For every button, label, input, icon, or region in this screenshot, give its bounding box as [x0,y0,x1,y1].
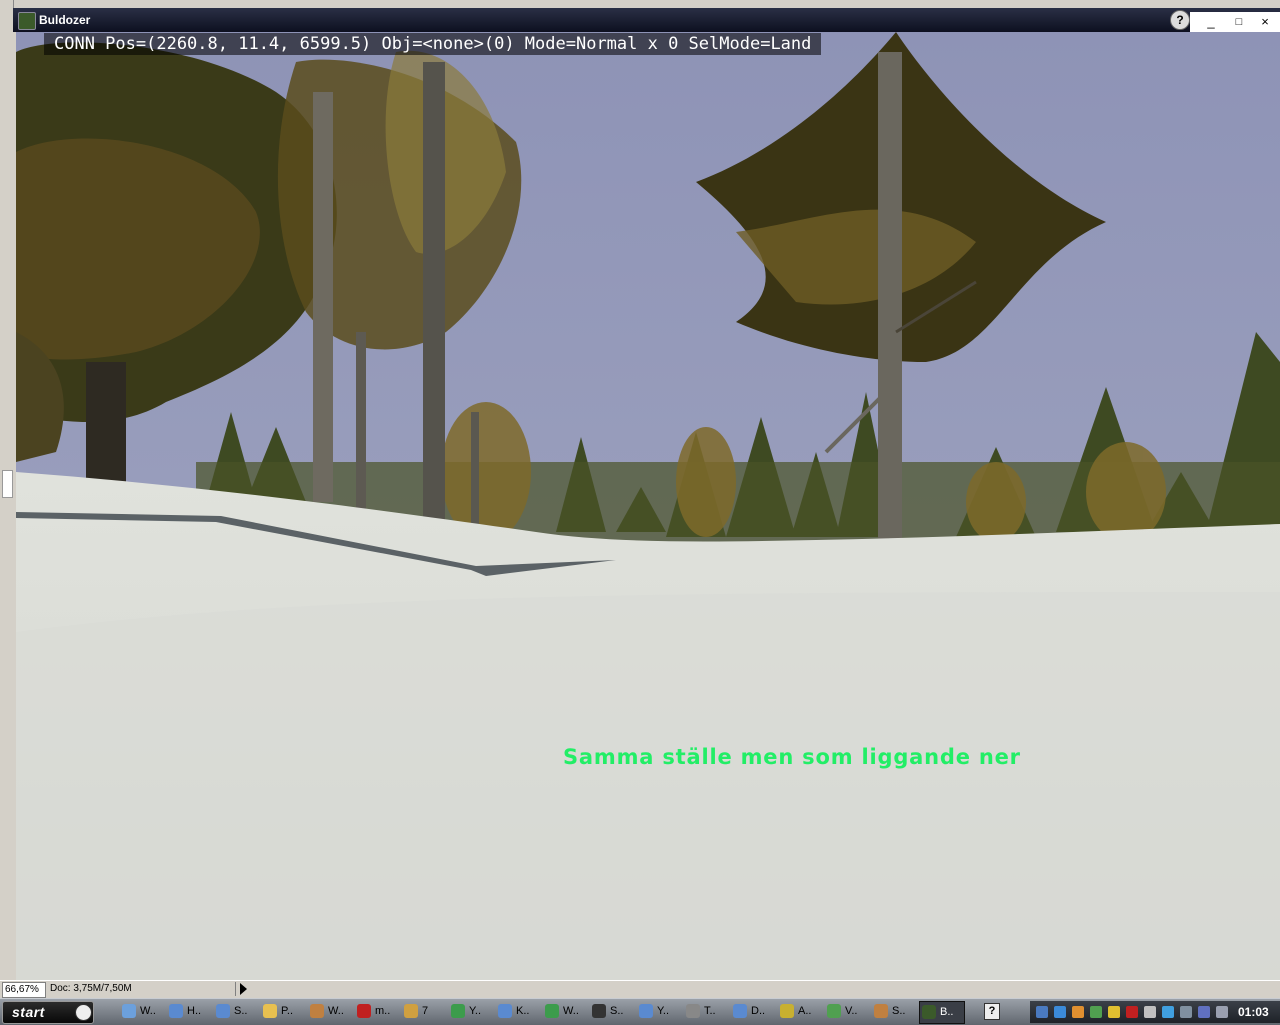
play-arrow-icon[interactable] [240,983,247,995]
network-tray-icon[interactable] [1054,1006,1066,1018]
taskbar-button-label: B.. [940,1006,954,1018]
status-line: CONN Pos=(2260.8, 11.4, 6599.5) Obj=<non… [44,33,822,55]
taskbar-button[interactable]: W.. [308,1001,352,1022]
buldozer-icon [922,1005,936,1019]
taskbar-button[interactable]: S.. [872,1001,916,1022]
task-button-list: W.. H.. S.. P.. W.. m.. 7 Y.. K.. W.. S.. Y.. T.. D..… [120,1001,975,1024]
clock: 01:03 [1238,1005,1269,1019]
windows-explorer-icon [122,1004,136,1018]
taskbar-button[interactable]: P.. [261,1001,305,1022]
taskbar-button-label: Y.. [469,1005,482,1017]
taskbar-button[interactable]: A.. [778,1001,822,1022]
network-icon [169,1004,183,1018]
tool-icon [404,1004,418,1018]
taskbar-button-label: W.. [563,1005,579,1017]
pencil-icon [780,1004,794,1018]
title-bar[interactable]: Buldozer ? _ □ × [13,8,1280,32]
app-icon [357,1004,371,1018]
taskbar-button[interactable]: W.. [120,1001,164,1022]
window-controls: _ □ × [1190,12,1280,32]
chrome-icon [545,1004,559,1018]
taskbar-button[interactable]: D.. [731,1001,775,1022]
taskbar-button-label: S.. [234,1005,248,1017]
taskbar-button-label: V.. [845,1005,858,1017]
taskbar-button[interactable]: K.. [496,1001,540,1022]
update-tray-icon[interactable] [1162,1006,1174,1018]
network-icon [216,1004,230,1018]
taskbar-button[interactable]: Y.. [449,1001,493,1022]
start-button[interactable]: start [2,1001,94,1024]
taskbar-button[interactable]: T.. [684,1001,728,1022]
taskbar-button[interactable]: B.. [919,1001,965,1024]
system-tray: 01:03 [1030,1001,1280,1023]
start-label: start [12,1004,45,1020]
network-icon [498,1004,512,1018]
help-button[interactable]: ? [1170,10,1190,30]
app-tray-icon[interactable] [1072,1006,1084,1018]
taskbar-button-label: W.. [328,1005,344,1017]
start-orb-icon [75,1004,92,1021]
taskbar-button[interactable]: W.. [543,1001,587,1022]
taskbar-button-label: W.. [140,1005,156,1017]
help-icon[interactable]: ? [984,1003,1000,1020]
check-icon [827,1004,841,1018]
close-button[interactable]: × [1254,12,1276,32]
folder-icon [263,1004,277,1018]
taskbar-button-label: D.. [751,1005,766,1017]
steam-tray-icon[interactable] [1036,1006,1048,1018]
buldozer-window: Buldozer ? _ □ × CONN Pos=(2260.8, 11.4,… [13,8,1280,980]
taskbar-button-label: S.. [610,1005,624,1017]
sync-tray-icon[interactable] [1180,1006,1192,1018]
buldozer-app-icon [18,12,36,30]
maximize-button[interactable]: □ [1228,12,1250,32]
messenger-tray-icon[interactable] [1198,1006,1210,1018]
taskbar-button[interactable]: Y.. [637,1001,681,1022]
shield-tray-icon[interactable] [1090,1006,1102,1018]
volume-icon[interactable] [1144,1006,1156,1018]
caption-text: Samma ställe men som liggande ner [563,745,1021,769]
window-title: Buldozer [39,13,91,27]
chrome-icon [451,1004,465,1018]
doc-size-label: Doc: 3,75M/7,50M [50,982,236,996]
ati-tray-icon[interactable] [1126,1006,1138,1018]
taskbar-button-label: K.. [516,1005,530,1017]
taskbar-button[interactable]: S.. [214,1001,258,1022]
scrollbar-thumb[interactable] [2,470,13,498]
3d-viewport[interactable]: CONN Pos=(2260.8, 11.4, 6599.5) Obj=<non… [16,32,1280,980]
archive-icon [310,1004,324,1018]
taskbar-button-label: A.. [798,1005,812,1017]
archive-icon [874,1004,888,1018]
app-icon [686,1004,700,1018]
editor-status-bar: 66,67% Doc: 3,75M/7,50M [0,980,1280,999]
minimize-button[interactable]: _ [1200,12,1222,32]
taskbar-button[interactable]: H.. [167,1001,211,1022]
steam-icon [592,1004,606,1018]
taskbar-button[interactable]: V.. [825,1001,869,1022]
background-window-edge [0,0,14,980]
taskbar-button-label: P.. [281,1005,294,1017]
network-icon [733,1004,747,1018]
taskbar-button-label: Y.. [657,1005,670,1017]
taskbar-button-label: T.. [704,1005,716,1017]
taskbar-button-label: H.. [187,1005,202,1017]
taskbar-button[interactable]: m.. [355,1001,399,1022]
taskbar-button-label: m.. [375,1005,391,1017]
taskbar-button[interactable]: 7 [402,1001,446,1022]
taskbar-button[interactable]: S.. [590,1001,634,1022]
ground-shade [16,592,1280,980]
forest-scene [16,32,1280,980]
taskbar-button-label: 7 [422,1005,429,1017]
network-icon [639,1004,653,1018]
security-tray-icon[interactable] [1108,1006,1120,1018]
taskbar-button-label: S.. [892,1005,906,1017]
taskbar: start W.. H.. S.. P.. W.. m.. 7 Y.. K.. W.. S.. Y..… [0,998,1280,1025]
zoom-level-field[interactable]: 66,67% [2,982,46,998]
device-tray-icon[interactable] [1216,1006,1228,1018]
